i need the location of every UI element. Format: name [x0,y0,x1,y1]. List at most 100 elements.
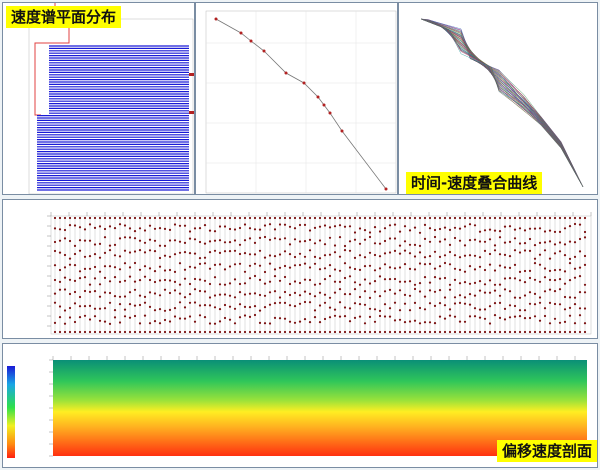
pick-dot [168,291,172,295]
pick-dot [283,250,287,253]
pick-dot [73,290,77,294]
pick-dot [243,252,247,255]
pick-dot [418,262,422,265]
pick-dot [68,239,72,243]
pick-dot [308,249,312,252]
velocity-function-panel[interactable] [195,2,398,195]
pick-dot [318,321,322,324]
pick-dot [373,226,377,229]
pick-dot [163,216,167,220]
pick-dot [213,249,217,252]
velocity-overlay-panel[interactable]: 时间-速度叠合曲线 [398,2,598,195]
pick-dot [53,264,57,267]
pick-dot [318,268,322,271]
pick-dot [473,281,477,284]
pick-dot [273,268,277,271]
pick-dot [468,254,472,257]
pick-dot [488,330,492,334]
pick-dot [158,216,162,220]
pick-dot [143,229,147,232]
pick-dot [233,330,237,334]
pick-dot [103,307,107,310]
pick-dot [533,244,537,247]
pick-dot [308,238,312,241]
pick-dot [363,330,367,334]
pick-dot [408,294,412,297]
pick-dot [453,278,457,281]
pick-dot [238,303,242,306]
pick-dot [233,228,237,231]
pick-dot [178,262,182,265]
pick-dot [418,322,422,325]
pick-dot [573,296,577,299]
pick-dot [318,239,322,242]
pick-dot [553,290,557,293]
pick-dot [393,319,397,322]
pick-dot [373,330,377,334]
pick-dot [53,227,57,230]
pick-dot [498,253,502,256]
pick-dot [478,280,482,283]
pick-dot [313,295,317,298]
pick-dot [123,308,127,311]
pick-dot [373,280,377,283]
pick-dot [178,301,182,304]
pick-dot [493,229,497,232]
pick-dot [238,330,242,334]
pick-dot [493,216,497,220]
pick-dot [578,237,582,241]
pick-dot [198,227,202,230]
pick-dot [563,227,567,230]
pick-dot [123,330,127,334]
pick-dot [433,267,437,270]
pick-dot [68,216,72,220]
pick-dot [78,239,82,242]
pick-dot [553,330,557,334]
pick-dot [538,330,542,334]
pick-dot [548,278,552,281]
pick-dot [113,330,117,334]
pick-dot [508,255,512,258]
pick-dot [328,236,332,239]
pick-dot [323,278,327,281]
velocity-spectrum-section-panel[interactable] [2,199,598,339]
pick-dot [338,315,342,318]
pick-dot [68,263,72,266]
pick-dot [143,216,147,220]
pick-dot [563,308,567,311]
pick-dot [208,322,212,325]
pick-dot [568,240,572,243]
pick-dot [223,330,227,334]
pick-dot [218,225,222,228]
pick-dot [353,256,357,259]
pick-dot [528,237,532,241]
pick-dot [508,266,512,269]
pick-dot [403,225,407,228]
pick-dot [513,228,517,231]
velocity-map-panel[interactable]: 速度谱平面分布 [2,2,195,195]
velocity-pick-point [239,31,243,35]
pick-dot [578,250,582,253]
pick-dot [363,238,367,241]
pick-dot [258,249,262,252]
pick-dot [388,224,392,227]
pick-dot [218,283,222,286]
pick-dot [403,330,407,334]
pick-dot [413,283,417,286]
pick-dot [488,263,492,266]
pick-dot [213,230,217,233]
pick-dot [538,227,542,230]
pick-dot [278,223,282,226]
pick-dot [543,216,547,220]
pick-dot [88,255,92,258]
pick-dot [473,254,477,257]
pick-dot [558,330,562,334]
pick-dot [78,216,82,220]
pick-dot [508,225,512,228]
pick-dot [528,330,532,334]
pick-dot [213,294,217,297]
pick-dot [533,216,537,220]
pick-dot [363,216,367,220]
migration-velocity-panel[interactable]: 偏移速度剖面 [2,343,598,468]
pick-dot [468,239,472,242]
